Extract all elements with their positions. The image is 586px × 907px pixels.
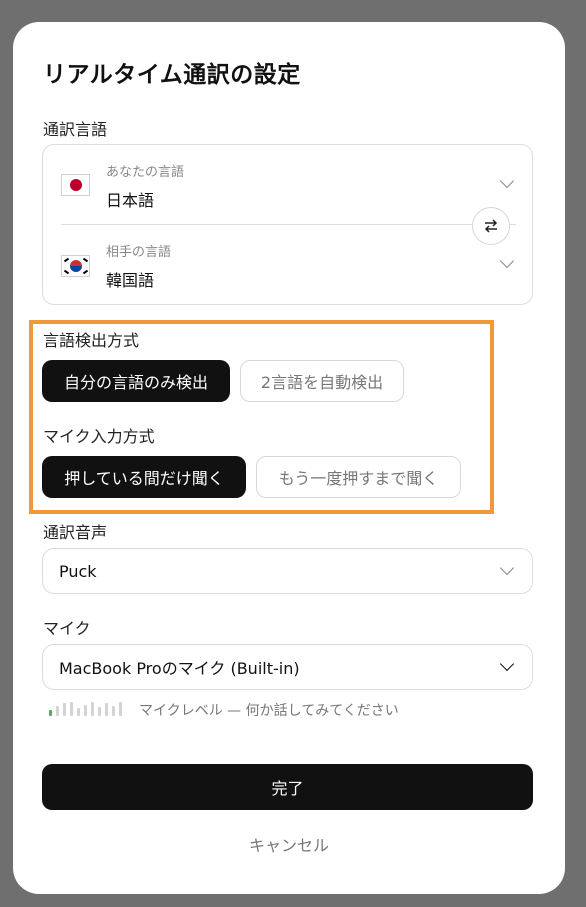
- mic-label: マイク: [43, 619, 91, 638]
- voice-select[interactable]: Puck: [42, 548, 533, 594]
- your-language-caption: あなたの言語: [106, 165, 185, 180]
- mic-input-mode-label: マイク入力方式: [43, 427, 155, 446]
- settings-dialog: リアルタイム通訳の設定 通訳言語 あなたの言語 日本語 相手の言語 韓国語 言語…: [13, 22, 565, 894]
- translation-languages-label: 通訳言語: [43, 120, 108, 139]
- mic-level-meter: [49, 702, 129, 716]
- cancel-button[interactable]: キャンセル: [13, 832, 565, 856]
- auto-detect-two-languages-button[interactable]: 2言語を自動検出: [240, 360, 404, 402]
- swap-languages-button[interactable]: [472, 207, 510, 245]
- partner-language-select[interactable]: 相手の言語 韓国語: [43, 226, 532, 304]
- korea-flag-icon: [61, 255, 90, 277]
- swap-arrows-icon: [484, 219, 498, 233]
- chevron-down-icon: [499, 173, 515, 189]
- language-card: あなたの言語 日本語 相手の言語 韓国語: [42, 144, 533, 305]
- voice-value: Puck: [59, 561, 97, 581]
- your-language-value: 日本語: [106, 191, 155, 210]
- detection-mode-label: 言語検出方式: [43, 331, 140, 350]
- divider: [61, 224, 516, 225]
- chevron-down-icon: [499, 656, 515, 672]
- mic-value: MacBook Proのマイク (Built-in): [59, 659, 300, 678]
- chevron-down-icon: [499, 253, 515, 269]
- your-language-select[interactable]: あなたの言語 日本語: [43, 145, 532, 223]
- voice-label: 通訳音声: [43, 523, 108, 542]
- partner-language-caption: 相手の言語: [106, 245, 172, 260]
- detect-own-language-button[interactable]: 自分の言語のみ検出: [42, 360, 230, 402]
- partner-language-value: 韓国語: [106, 271, 155, 290]
- push-to-talk-button[interactable]: 押している間だけ聞く: [42, 456, 246, 498]
- dialog-title: リアルタイム通訳の設定: [43, 62, 301, 88]
- mic-level-text: マイクレベル — 何か話してみてください: [139, 703, 399, 719]
- done-button[interactable]: 完了: [42, 764, 533, 810]
- japan-flag-icon: [61, 174, 90, 196]
- mic-select[interactable]: MacBook Proのマイク (Built-in): [42, 644, 533, 690]
- toggle-to-talk-button[interactable]: もう一度押すまで聞く: [256, 456, 461, 498]
- chevron-down-icon: [499, 560, 515, 576]
